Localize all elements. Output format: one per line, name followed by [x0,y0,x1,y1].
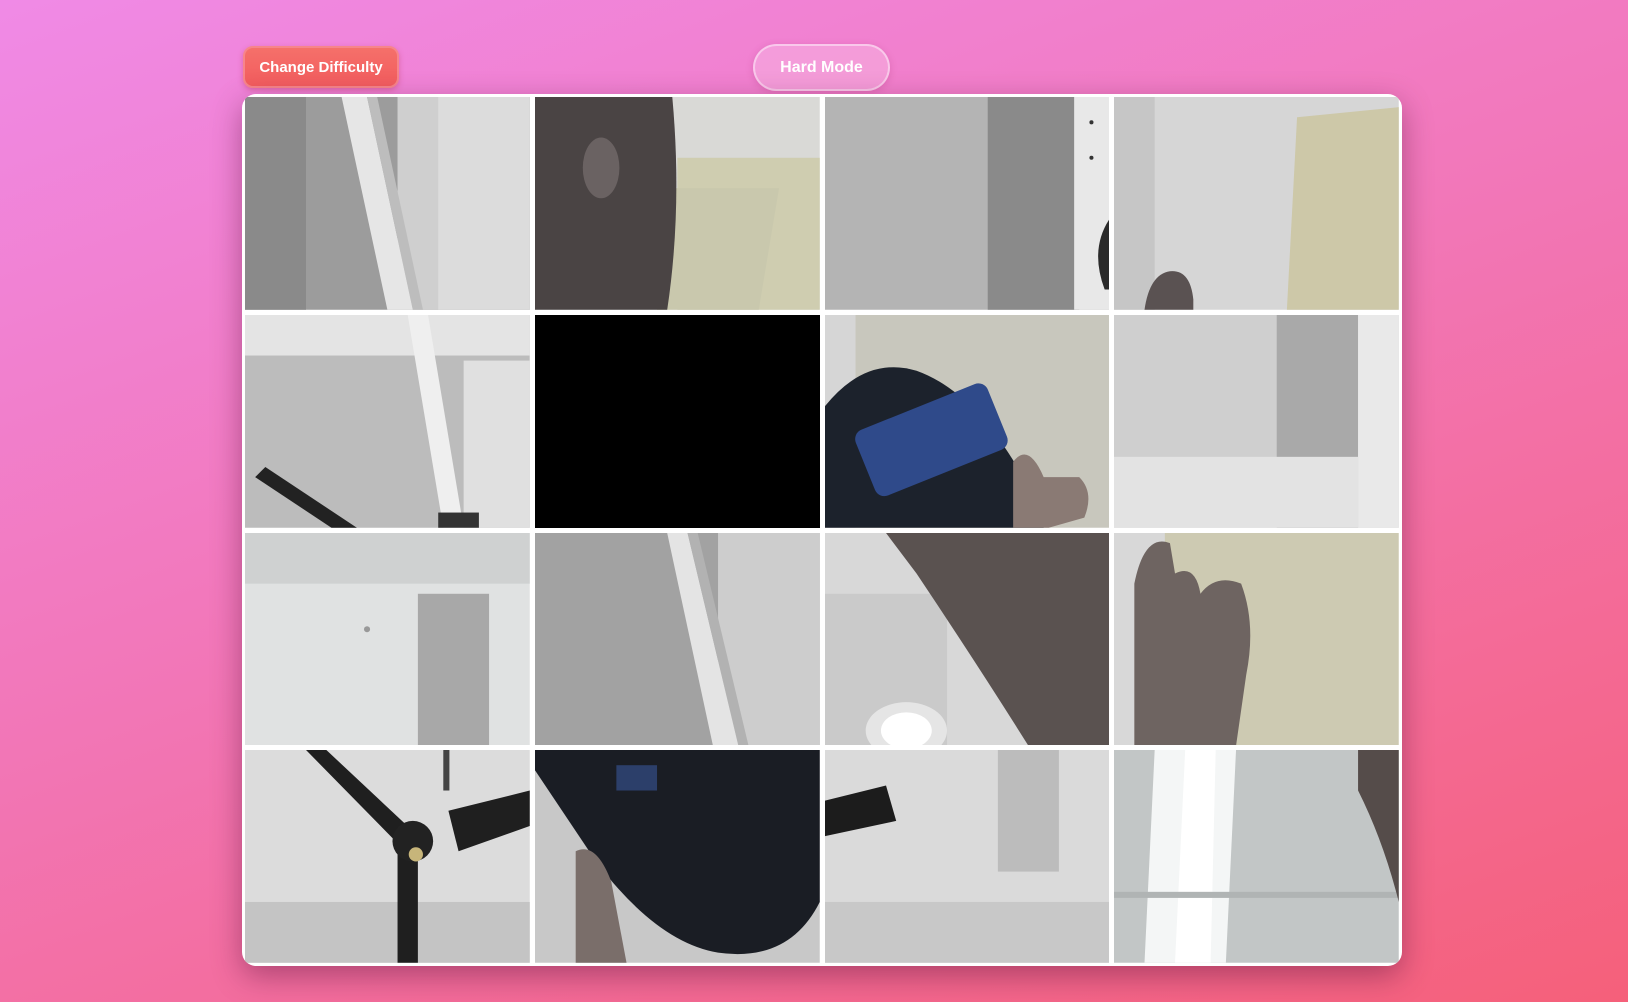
tile-image [824,750,1110,963]
tile-image [245,314,530,528]
puzzle-tile[interactable] [245,750,530,963]
mode-badge: Hard Mode [753,44,890,91]
puzzle-tile[interactable] [245,314,530,528]
puzzle-tile[interactable] [1114,750,1399,963]
tile-image [1114,314,1399,528]
tile-image [824,314,1110,528]
puzzle-tile[interactable] [1114,532,1399,746]
puzzle-tile[interactable] [824,97,1110,310]
tile-image [245,532,530,746]
tile-image [245,97,530,310]
tile-image [824,532,1110,746]
puzzle-tile[interactable] [534,97,820,310]
tile-image [534,750,820,963]
puzzle-tile[interactable] [534,750,820,963]
tile-image [1114,97,1399,310]
tile-image [1114,532,1399,746]
empty-tile [534,314,820,528]
tile-image [824,97,1110,310]
puzzle-board [242,94,1402,966]
tile-image [534,97,820,310]
tile-image [1114,750,1399,963]
change-difficulty-button[interactable]: Change Difficulty [243,46,399,88]
puzzle-tile[interactable] [534,532,820,746]
puzzle-tile[interactable] [824,532,1110,746]
tile-image [245,750,530,963]
puzzle-tile[interactable] [1114,97,1399,310]
puzzle-tile[interactable] [824,314,1110,528]
puzzle-tile[interactable] [1114,314,1399,528]
puzzle-tile[interactable] [245,532,530,746]
puzzle-tile[interactable] [824,750,1110,963]
tile-image [534,532,820,746]
puzzle-tile[interactable] [245,97,530,310]
